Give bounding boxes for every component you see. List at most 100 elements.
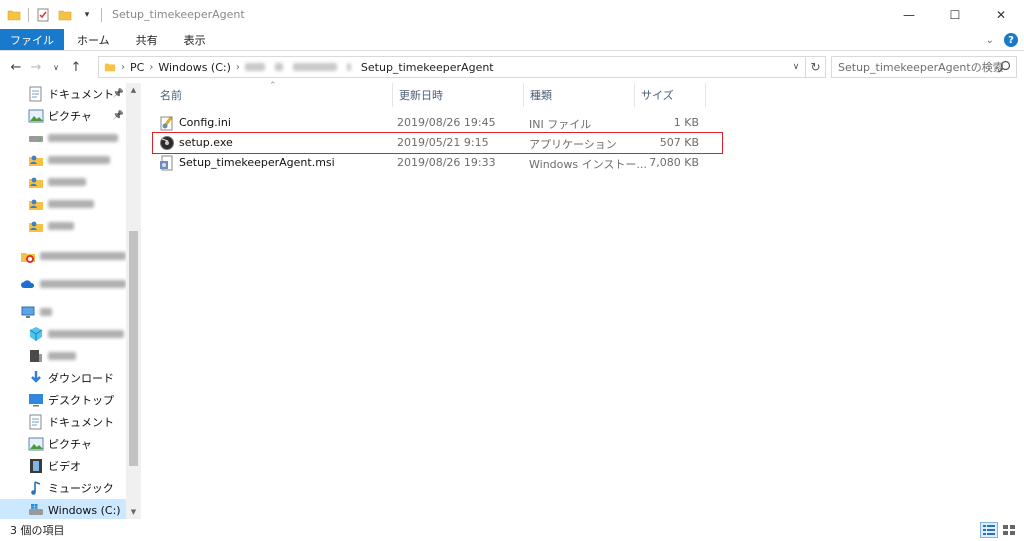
- nav-item[interactable]: ピクチャ 📌: [0, 105, 126, 127]
- file-row[interactable]: Config.ini 2019/08/26 19:45 INI ファイル 1 KB: [151, 113, 721, 133]
- music-icon: [28, 480, 44, 496]
- address-bar[interactable]: › PC › Windows (C:) › Setup_timekeeperAg…: [98, 56, 806, 78]
- pc-icon: [20, 304, 36, 320]
- nav-item[interactable]: デスクトップ: [0, 389, 126, 411]
- nav-item-label: ドキュメント: [48, 416, 114, 429]
- pictures-icon: [28, 108, 44, 124]
- scroll-up-icon[interactable]: ▲: [126, 83, 141, 97]
- customize-toolbar-icon[interactable]: ▾: [79, 7, 95, 23]
- redacted-breadcrumb: [346, 63, 351, 71]
- nav-item[interactable]: ダウンロード: [0, 367, 126, 389]
- help-icon[interactable]: ?: [1004, 33, 1018, 47]
- close-button[interactable]: ✕: [978, 0, 1024, 29]
- column-header-name[interactable]: 名前: [154, 83, 392, 107]
- nav-item[interactable]: [0, 345, 126, 367]
- toolbar-divider: [28, 7, 29, 22]
- downloads-icon: [28, 370, 44, 386]
- 3d-objects-icon: [28, 326, 44, 342]
- breadcrumb-chevron-icon[interactable]: ›: [149, 62, 153, 73]
- file-name: Setup_timekeeperAgent.msi: [179, 156, 335, 169]
- nav-item[interactable]: ドキュメント 📌: [0, 83, 126, 105]
- address-dropdown-icon[interactable]: ∨: [787, 57, 805, 77]
- search-input[interactable]: Setup_timekeeperAgentの検索: [831, 56, 1017, 78]
- back-button[interactable]: ←: [6, 56, 26, 78]
- tab-home[interactable]: ホーム: [64, 29, 123, 50]
- forward-button[interactable]: →: [26, 56, 46, 78]
- redacted-label: [40, 280, 126, 288]
- nav-item[interactable]: [0, 301, 126, 323]
- file-row[interactable]: Setup_timekeeperAgent.msi 2019/08/26 19:3…: [151, 153, 721, 173]
- documents-icon: [28, 414, 44, 430]
- nav-item[interactable]: [0, 245, 126, 267]
- user-folder-icon: [28, 152, 44, 168]
- nav-item-label: ドキュメント: [48, 88, 114, 101]
- nav-item[interactable]: [0, 273, 126, 295]
- pin-icon[interactable]: 📌: [113, 111, 124, 121]
- redacted-label: [48, 200, 94, 208]
- file-modified: 2019/08/26 19:33: [397, 156, 496, 169]
- quick-access-toolbar: ▾: [0, 0, 108, 29]
- nav-item-label: ピクチャ: [48, 438, 92, 451]
- nav-item[interactable]: [0, 323, 126, 345]
- window-title: Setup_timekeeperAgent: [112, 8, 245, 21]
- redacted-label: [48, 156, 110, 164]
- scroll-down-icon[interactable]: ▼: [126, 505, 141, 519]
- search-icon: [998, 60, 1011, 76]
- redacted-label: [40, 308, 52, 316]
- large-icons-view-icon[interactable]: [1000, 522, 1018, 538]
- drive-icon: [28, 130, 44, 146]
- redacted-label: [40, 252, 126, 260]
- breadcrumb-drive[interactable]: Windows (C:): [158, 61, 231, 74]
- user-folder-icon: [28, 196, 44, 212]
- scroll-thumb[interactable]: [129, 231, 138, 466]
- column-header-type[interactable]: 種類: [523, 83, 634, 107]
- new-folder-icon[interactable]: [57, 7, 73, 23]
- user-folder-icon: [28, 174, 44, 190]
- tab-view[interactable]: 表示: [171, 29, 219, 50]
- toolbar-divider: [101, 7, 102, 22]
- nav-item[interactable]: [0, 149, 126, 171]
- refresh-button[interactable]: ↻: [806, 56, 826, 78]
- nav-item[interactable]: [0, 193, 126, 215]
- search-placeholder: Setup_timekeeperAgentの検索: [838, 61, 1004, 74]
- redacted-label: [48, 178, 86, 186]
- up-button[interactable]: ↑: [66, 56, 86, 78]
- redacted-label: [48, 330, 124, 338]
- nav-item[interactable]: [0, 215, 126, 237]
- file-name: Config.ini: [179, 116, 231, 129]
- minimize-button[interactable]: —: [886, 0, 932, 29]
- column-header-modified[interactable]: 更新日時: [392, 83, 523, 107]
- breadcrumb-chevron-icon[interactable]: ›: [121, 62, 125, 73]
- file-type: INI ファイル: [529, 118, 592, 131]
- address-row: ← → ∨ ↑ › PC › Windows (C:) › Setup_time…: [0, 51, 1024, 83]
- tab-share[interactable]: 共有: [123, 29, 171, 50]
- expand-ribbon-icon[interactable]: ⌄: [986, 35, 994, 46]
- breadcrumb-pc[interactable]: PC: [130, 61, 144, 74]
- nav-item[interactable]: ドキュメント: [0, 411, 126, 433]
- status-bar: 3 個の項目: [0, 519, 1024, 541]
- pictures-icon: [28, 436, 44, 452]
- desktop-icon: [28, 392, 44, 408]
- nav-item[interactable]: Windows (C:): [0, 499, 126, 519]
- details-view-icon[interactable]: [980, 522, 998, 538]
- nav-item[interactable]: ビデオ: [0, 455, 126, 477]
- properties-icon[interactable]: [35, 7, 51, 23]
- nav-item-label: ピクチャ: [48, 110, 92, 123]
- nav-item[interactable]: [0, 127, 126, 149]
- nav-scrollbar[interactable]: ▲ ▼: [126, 83, 141, 519]
- nav-item[interactable]: [0, 171, 126, 193]
- breadcrumb-current-folder[interactable]: Setup_timekeeperAgent: [361, 61, 494, 74]
- nav-item[interactable]: ミュージック: [0, 477, 126, 499]
- pin-icon[interactable]: 📌: [113, 89, 124, 99]
- column-header-size[interactable]: サイズ: [634, 83, 706, 107]
- redacted-breadcrumb: [244, 63, 265, 71]
- nav-item[interactable]: ピクチャ: [0, 433, 126, 455]
- recent-locations-button[interactable]: ∨: [46, 56, 66, 78]
- file-size: 1 KB: [673, 116, 699, 129]
- breadcrumb-chevron-icon[interactable]: ›: [236, 62, 240, 73]
- highlight-box: [152, 132, 723, 154]
- tab-file[interactable]: ファイル: [0, 29, 64, 50]
- maximize-button[interactable]: ☐: [932, 0, 978, 29]
- ribbon-tabs: ファイル ホーム 共有 表示 ⌄ ?: [0, 29, 1024, 51]
- device-icon: [28, 348, 44, 364]
